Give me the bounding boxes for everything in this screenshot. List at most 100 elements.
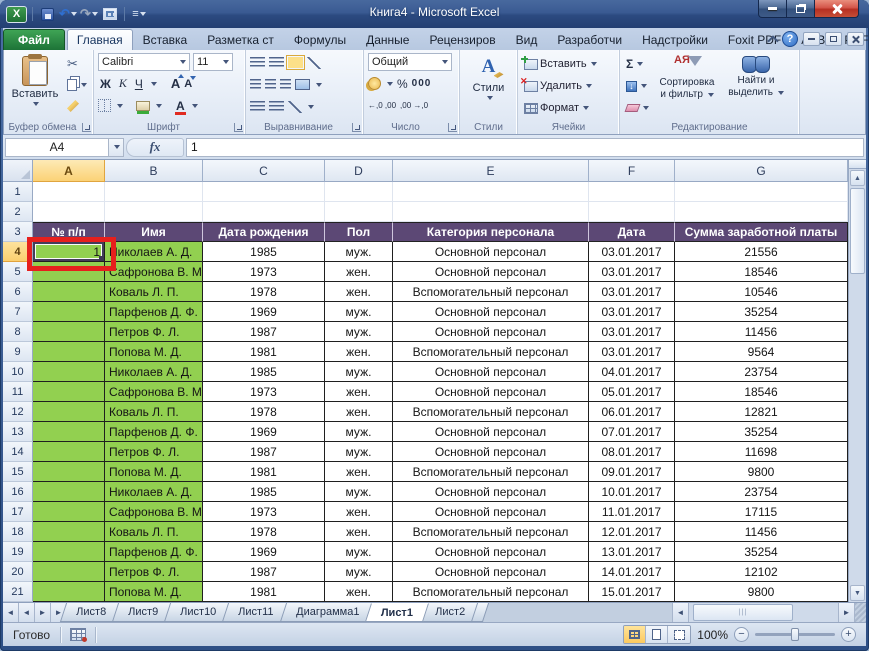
zoom-slider-thumb[interactable] (791, 628, 799, 641)
cell-D6[interactable]: жен. (325, 282, 393, 302)
sort-filter-button[interactable]: АЯ Сортировка и фильтр (654, 53, 720, 120)
row-header-9[interactable]: 9 (3, 342, 33, 362)
cell-A20[interactable] (33, 562, 105, 582)
row-header-16[interactable]: 16 (3, 482, 33, 502)
cell-C21[interactable]: 1981 (203, 582, 325, 602)
cell-D16[interactable]: муж. (325, 482, 393, 502)
cell-A10[interactable] (33, 362, 105, 382)
decrease-indent-icon[interactable] (250, 101, 265, 112)
row-header-15[interactable]: 15 (3, 462, 33, 482)
align-right-icon[interactable] (280, 79, 291, 90)
excel-logo-icon[interactable]: X (6, 5, 27, 23)
align-left-icon[interactable] (250, 79, 261, 90)
cell-C9[interactable]: 1981 (203, 342, 325, 362)
cell-G5[interactable]: 18546 (675, 262, 848, 282)
cell-G11[interactable]: 18546 (675, 382, 848, 402)
cell-C16[interactable]: 1985 (203, 482, 325, 502)
cell-F7[interactable]: 03.01.2017 (589, 302, 675, 322)
chevron-down-icon[interactable] (316, 82, 322, 87)
row-header-21[interactable]: 21 (3, 582, 33, 602)
chevron-down-icon[interactable] (308, 104, 314, 109)
cell-C7[interactable]: 1969 (203, 302, 325, 322)
cell-D7[interactable]: муж. (325, 302, 393, 322)
cell-E5[interactable]: Основной персонал (393, 262, 589, 282)
cell-B19[interactable]: Парфенов Д. Ф. (105, 542, 203, 562)
cell-D10[interactable]: муж. (325, 362, 393, 382)
autosum-button[interactable]: Σ (624, 55, 651, 73)
collapse-ribbon-icon[interactable] (768, 35, 777, 44)
cell-D19[interactable]: муж. (325, 542, 393, 562)
comma-style-button[interactable]: 000 (412, 78, 432, 89)
ribbon-tab[interactable]: Разработчи (547, 29, 632, 50)
insert-cells-button[interactable]: Вставить (521, 55, 615, 73)
cell-E8[interactable]: Основной персонал (393, 322, 589, 342)
cell-D13[interactable]: муж. (325, 422, 393, 442)
cell-E4[interactable]: Основной персонал (393, 242, 589, 262)
ribbon-tab[interactable]: Разметка ст (197, 29, 284, 50)
cell-E10[interactable]: Основной персонал (393, 362, 589, 382)
h-scroll-right-button[interactable]: ► (838, 603, 854, 622)
formula-input[interactable]: 1 (186, 137, 864, 157)
undo-button[interactable]: ↶ (59, 5, 77, 23)
cut-button[interactable]: ✂ (65, 55, 89, 73)
cell-C6[interactable]: 1978 (203, 282, 325, 302)
cell-C13[interactable]: 1969 (203, 422, 325, 442)
row-header-12[interactable]: 12 (3, 402, 33, 422)
page-break-view-button[interactable] (668, 626, 691, 643)
column-header[interactable]: A (33, 160, 105, 182)
cell-D5[interactable]: жен. (325, 262, 393, 282)
cell-G17[interactable]: 17115 (675, 502, 848, 522)
cell-C10[interactable]: 1985 (203, 362, 325, 382)
cell-A18[interactable] (33, 522, 105, 542)
cell-F12[interactable]: 06.01.2017 (589, 402, 675, 422)
cell-empty[interactable] (203, 202, 325, 222)
row-header-17[interactable]: 17 (3, 502, 33, 522)
cell-E16[interactable]: Основной персонал (393, 482, 589, 502)
cell-A11[interactable] (33, 382, 105, 402)
redo-button[interactable]: ↷ (80, 5, 98, 23)
wrap-text-icon[interactable] (288, 100, 302, 113)
accounting-format-icon[interactable] (368, 77, 381, 90)
cell-C19[interactable]: 1969 (203, 542, 325, 562)
horizontal-scrollbar[interactable]: ◄ ||| ► (672, 603, 866, 622)
table-mode-button[interactable] (101, 5, 119, 23)
table-header-cell[interactable]: Пол (325, 222, 393, 242)
cell-F18[interactable]: 12.01.2017 (589, 522, 675, 542)
cell-D21[interactable]: жен. (325, 582, 393, 602)
cell-D18[interactable]: жен. (325, 522, 393, 542)
italic-button[interactable]: К (117, 75, 129, 92)
cell-F20[interactable]: 14.01.2017 (589, 562, 675, 582)
cell-empty[interactable] (393, 182, 589, 202)
cell-A19[interactable] (33, 542, 105, 562)
cell-G16[interactable]: 23754 (675, 482, 848, 502)
cell-D8[interactable]: муж. (325, 322, 393, 342)
cell-B15[interactable]: Попова М. Д. (105, 462, 203, 482)
first-sheet-button[interactable]: ◄ (3, 603, 19, 622)
cell-E9[interactable]: Вспомогательный персонал (393, 342, 589, 362)
font-dialog-launcher[interactable] (234, 123, 243, 132)
workbook-close-button[interactable] (847, 32, 864, 46)
ribbon-tab[interactable]: Данные (356, 29, 419, 50)
cell-empty[interactable] (105, 182, 203, 202)
grow-font-button[interactable]: А (171, 74, 185, 91)
row-header-19[interactable]: 19 (3, 542, 33, 562)
bold-button[interactable]: Ж (98, 75, 113, 92)
ribbon-tab[interactable]: Надстройки (632, 29, 718, 50)
chevron-down-icon[interactable] (387, 81, 393, 86)
cell-A17[interactable] (33, 502, 105, 522)
ribbon-tab[interactable]: Рецензиров (419, 29, 505, 50)
cell-B7[interactable]: Парфенов Д. Ф. (105, 302, 203, 322)
cell-F16[interactable]: 10.01.2017 (589, 482, 675, 502)
cell-E19[interactable]: Основной персонал (393, 542, 589, 562)
cell-empty[interactable] (33, 182, 105, 202)
cell-A7[interactable] (33, 302, 105, 322)
cell-F5[interactable]: 03.01.2017 (589, 262, 675, 282)
decrease-decimal-button[interactable]: ,00 →,0 (400, 101, 428, 110)
customize-qat-button[interactable]: ≡ (130, 5, 148, 23)
row-header-13[interactable]: 13 (3, 422, 33, 442)
cell-D4[interactable]: муж. (325, 242, 393, 262)
font-color-button[interactable]: А (175, 99, 186, 115)
shrink-font-button[interactable]: А (184, 75, 197, 90)
cell-F15[interactable]: 09.01.2017 (589, 462, 675, 482)
cell-E21[interactable]: Вспомогательный персонал (393, 582, 589, 602)
